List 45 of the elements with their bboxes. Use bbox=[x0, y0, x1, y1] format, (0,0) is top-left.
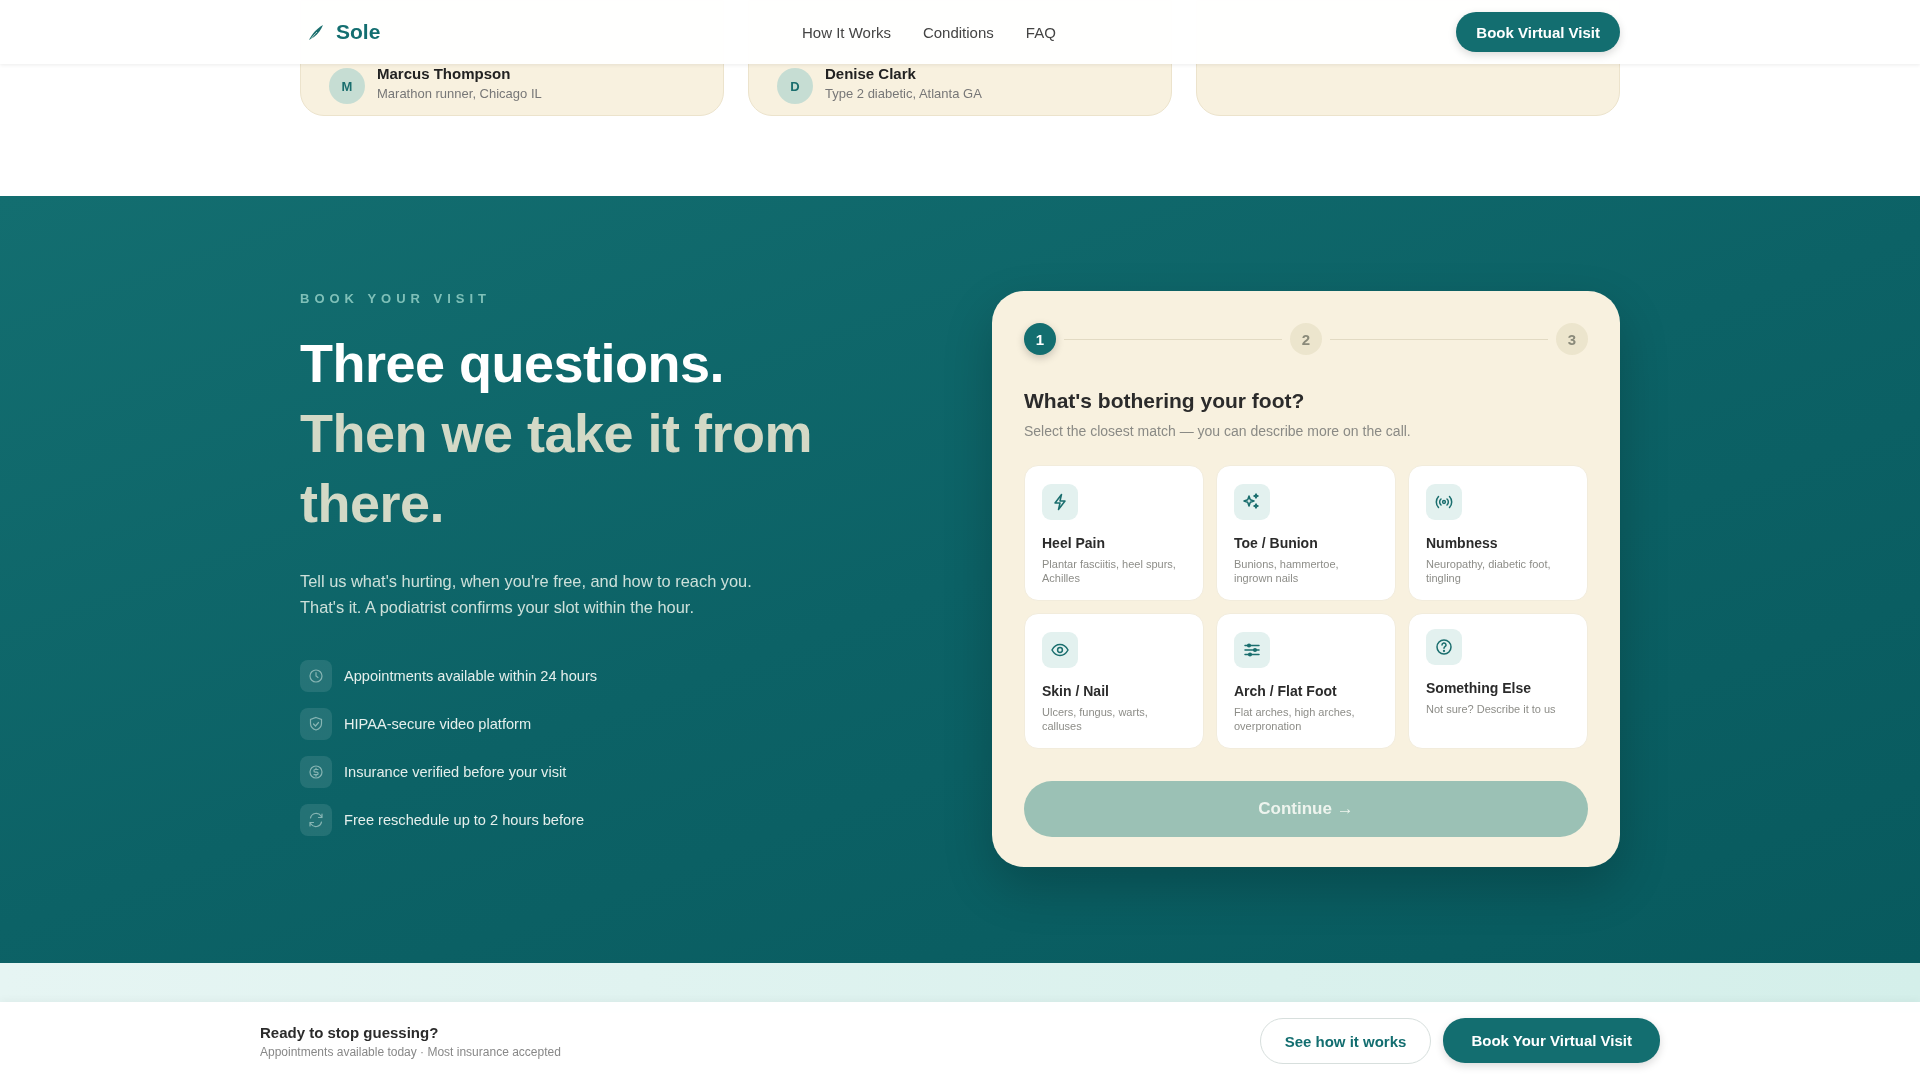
condition-option[interactable]: Toe / Bunion Bunions, hammertoe, ingrown nails bbox=[1216, 465, 1396, 601]
avatar-initial: D bbox=[777, 68, 813, 104]
signal-icon bbox=[1426, 484, 1462, 520]
reviewer-name: Marcus Thompson bbox=[377, 65, 512, 82]
nav-link[interactable]: Conditions bbox=[922, 23, 994, 41]
brand-name[interactable]: Sole bbox=[336, 20, 381, 44]
nav-link[interactable]: FAQ bbox=[1025, 23, 1056, 41]
feature-text: HIPAA-secure video platform bbox=[344, 716, 532, 732]
lightning-icon bbox=[1042, 484, 1078, 520]
refresh-icon bbox=[300, 804, 332, 836]
headline-accent: Then we take it from there. bbox=[300, 402, 814, 535]
shield-check-icon bbox=[300, 708, 332, 740]
sparkles-icon bbox=[1234, 484, 1270, 520]
bar-title: Ready to stop guessing? bbox=[260, 1023, 440, 1041]
feature-text: Insurance verified before your visit bbox=[344, 764, 567, 780]
step-indicator: 3 bbox=[1556, 323, 1588, 355]
reviewer-detail: Marathon runner, Chicago IL bbox=[377, 86, 542, 101]
avatar-initial: M bbox=[329, 68, 365, 104]
eyebrow-label: BOOK YOUR VISIT bbox=[300, 291, 493, 306]
see-how-button[interactable]: See how it works bbox=[1259, 1018, 1432, 1064]
condition-option[interactable]: Arch / Flat Foot Flat arches, high arches, overpronation bbox=[1216, 613, 1396, 749]
sliders-icon bbox=[1234, 632, 1270, 668]
headline: Three questions. bbox=[300, 332, 726, 395]
step-indicator: 2 bbox=[1290, 323, 1322, 355]
intro-text: Tell us what's hurting, when you're free, and how to reach you. That's it. A podiatrist confirms your slot within the hour. bbox=[300, 571, 753, 618]
nav-link[interactable]: How It Works bbox=[802, 23, 891, 41]
question-title: What's bothering your foot? bbox=[1024, 389, 1306, 413]
reviewer-detail: Type 2 diabetic, Atlanta GA bbox=[825, 86, 982, 101]
feature-text: Free reschedule up to 2 hours before bbox=[344, 812, 585, 828]
dollar-icon bbox=[300, 756, 332, 788]
bar-subtitle: Appointments available today · Most insurance accepted bbox=[260, 1044, 561, 1059]
condition-option[interactable]: Skin / Nail Ulcers, fungus, warts, calluses bbox=[1024, 613, 1204, 749]
clock-icon bbox=[300, 660, 332, 692]
reviewer-name: Denise Clark bbox=[825, 65, 917, 82]
book-visit-button[interactable]: Book Your Virtual Visit bbox=[1443, 1018, 1660, 1063]
condition-option[interactable]: Heel Pain Plantar fasciitis, heel spurs, Achilles bbox=[1024, 465, 1204, 601]
feature-text: Appointments available within 24 hours bbox=[344, 668, 598, 684]
condition-option[interactable]: Something Else Not sure? Describe it to us bbox=[1408, 613, 1588, 749]
condition-option[interactable]: Numbness Neuropathy, diabetic foot, tingling bbox=[1408, 465, 1588, 601]
eye-icon bbox=[1042, 632, 1078, 668]
question-icon bbox=[1426, 628, 1462, 665]
book-visit-button[interactable]: Book Virtual Visit bbox=[1456, 12, 1620, 52]
question-hint: Select the closest match — you can describe more on the call. bbox=[1024, 423, 1412, 439]
step-indicator: 1 bbox=[1024, 323, 1056, 355]
feather-icon bbox=[306, 22, 326, 42]
